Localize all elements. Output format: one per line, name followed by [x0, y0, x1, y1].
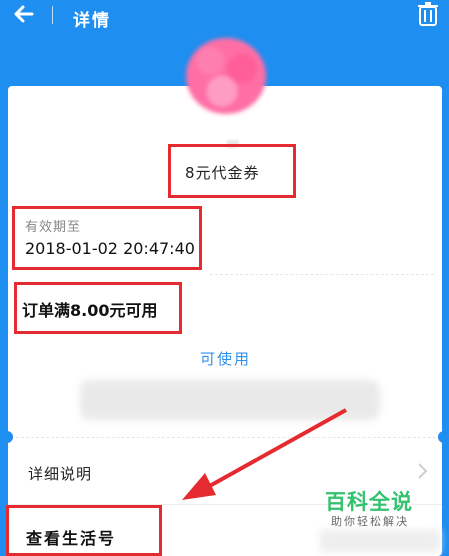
merchant-avatar [186, 38, 266, 114]
trash-icon[interactable] [415, 1, 441, 27]
detail-description-row[interactable]: 详细说明 [28, 463, 92, 484]
dashed-divider-lower [16, 437, 436, 438]
card-notch-right [438, 431, 448, 443]
back-arrow-icon[interactable] [12, 2, 36, 26]
header-divider [52, 6, 53, 24]
status-text: 可使用 [200, 350, 252, 368]
page-title: 详情 [73, 11, 111, 31]
top-bar: 详情 [0, 0, 449, 32]
highlight-box-account [6, 505, 162, 556]
dashed-divider [210, 274, 434, 275]
blurred-info [320, 530, 440, 552]
watermark-title: 百科全说 [325, 490, 413, 514]
blurred-code-area [80, 380, 380, 420]
chevron-right-icon[interactable] [417, 462, 429, 480]
watermark-subtitle: 助你轻松解决 [331, 515, 409, 528]
highlight-box-expiry [12, 206, 202, 270]
highlight-box-coupon [168, 144, 296, 198]
highlight-box-condition [14, 282, 182, 334]
